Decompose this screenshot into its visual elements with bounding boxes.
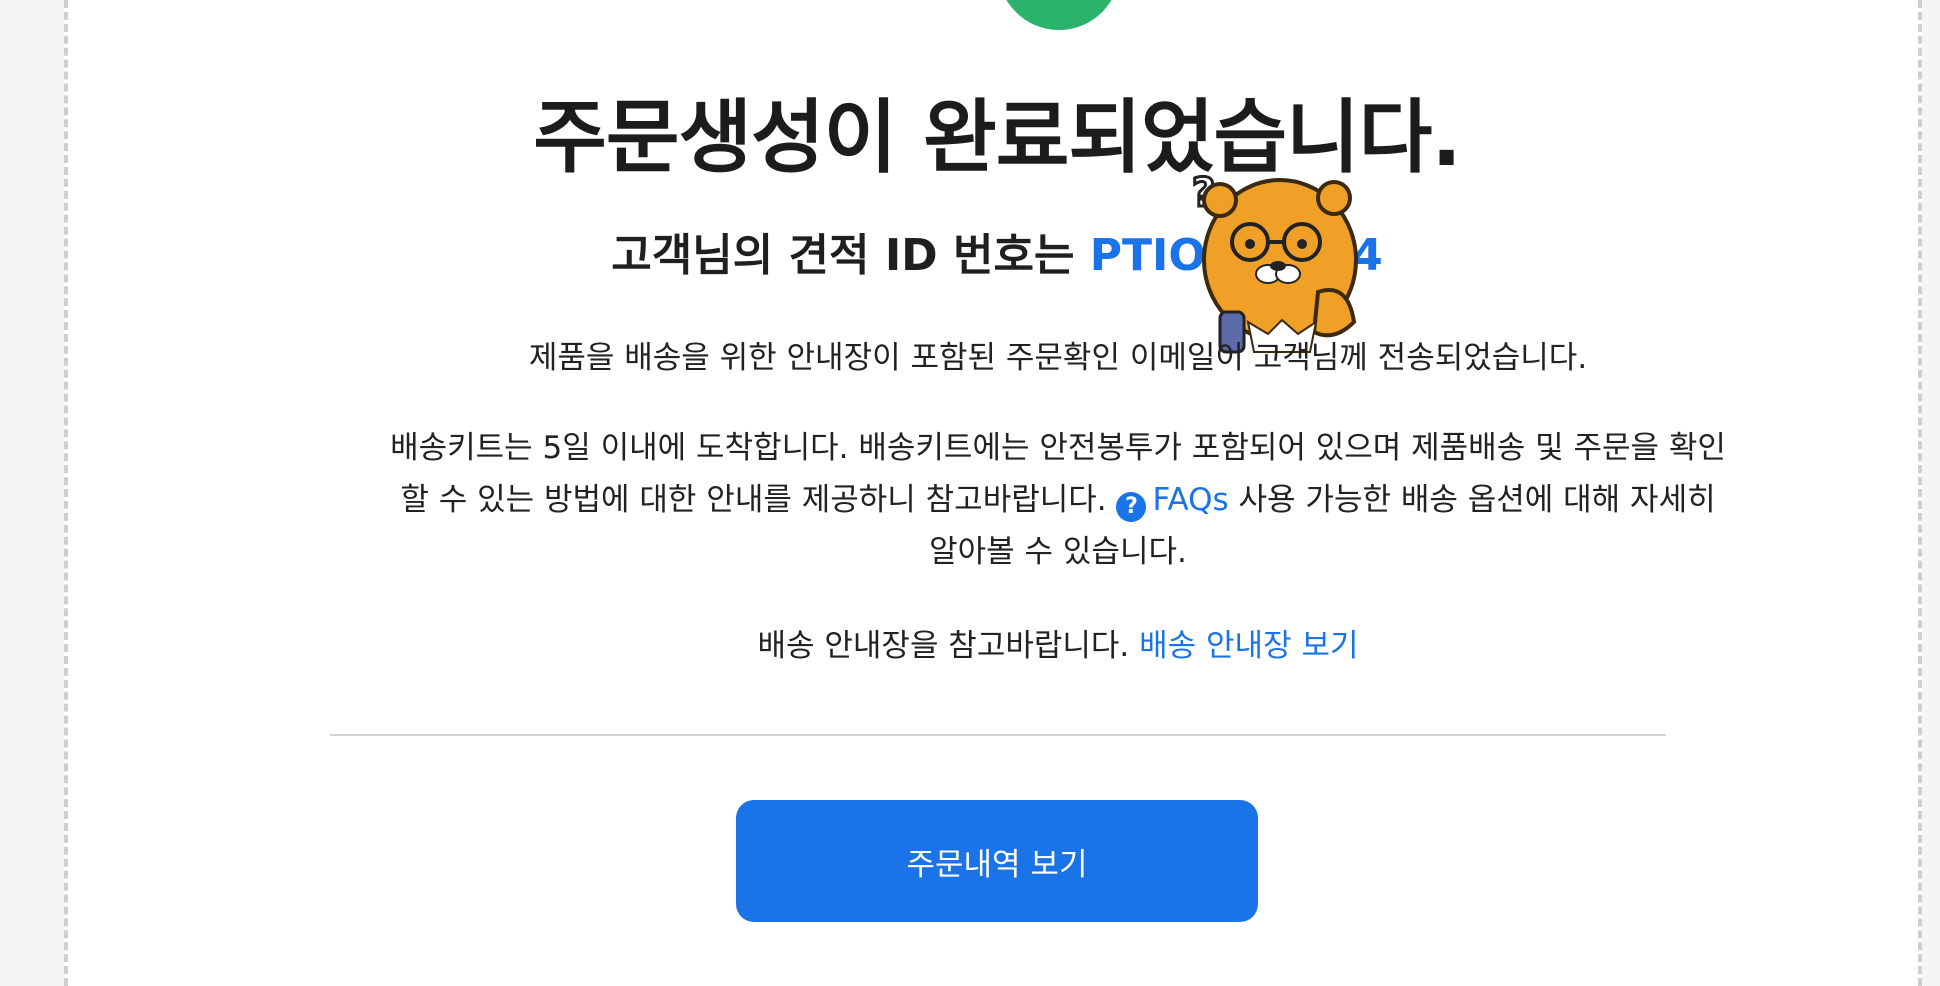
quote-id-label: 고객님의 견적 ID 번호는 — [611, 230, 1090, 281]
shipping-guide-info: 배송 안내장을 참고바랍니다. 배송 안내장 보기 — [388, 620, 1728, 672]
question-circle-icon: ? — [1116, 492, 1147, 522]
page-title: 주문생성이 완료되었습니다. — [533, 91, 1461, 184]
success-check-icon — [998, 0, 1120, 30]
quote-id-heading: 고객님의 견적 ID 번호는 PTIOOC 034 — [68, 228, 1926, 284]
shipping-kit-info: 배송키트는 5일 이내에 도착합니다. 배송키트에는 안전봉투가 포함되어 있으… — [388, 422, 1728, 578]
faq-link[interactable]: ? FAQs — [1116, 482, 1229, 522]
order-history-button[interactable]: 주문내역 보기 — [736, 800, 1258, 922]
section-divider — [330, 734, 1666, 736]
faq-link-label: FAQs — [1152, 482, 1229, 518]
shipping-guide-link[interactable]: 배송 안내장 보기 — [1139, 628, 1358, 664]
email-sent-message: 제품을 배송을 위한 안내장이 포함된 주문확인 이메일이 고객님께 전송되었습… — [528, 340, 1588, 376]
shipping-guide-text: 배송 안내장을 참고바랍니다. — [757, 628, 1140, 664]
page-container: 주문생성이 완료되었습니다. 고객님의 견적 ID 번호는 PTIOOC 034… — [64, 0, 1922, 986]
